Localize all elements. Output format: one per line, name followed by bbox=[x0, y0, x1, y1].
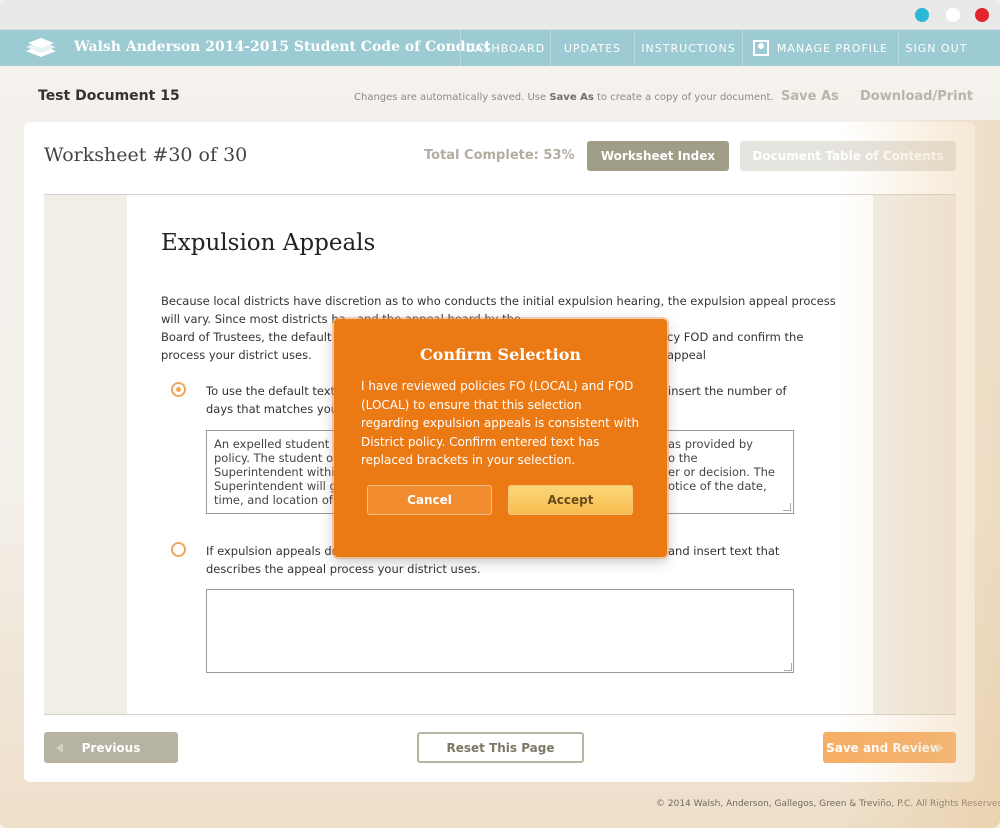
intro-line: Because local districts have discretion … bbox=[161, 294, 836, 308]
top-navbar: Walsh Anderson 2014-2015 Student Code of… bbox=[0, 30, 1000, 66]
cancel-button[interactable]: Cancel bbox=[367, 485, 492, 515]
option1-line-part: insert the number of bbox=[668, 384, 787, 398]
option2-radio[interactable] bbox=[171, 542, 186, 557]
autosave-note-bold: Save As bbox=[549, 92, 594, 103]
nav-manage-profile-label: MANAGE PROFILE bbox=[776, 41, 889, 55]
modal-title: Confirm Selection bbox=[419, 345, 582, 364]
app-window: Walsh Anderson 2014-2015 Student Code of… bbox=[0, 0, 1000, 828]
option2-line-part: and insert text that bbox=[668, 544, 780, 558]
option1-line-part: To use the default text bbox=[206, 384, 336, 398]
option1-radio[interactable] bbox=[171, 382, 186, 397]
copyright-footer: © 2014 Walsh, Anderson, Gallegos, Green … bbox=[656, 799, 1000, 809]
option2-textarea[interactable] bbox=[206, 589, 794, 673]
save-and-review-label: Save and Review bbox=[826, 740, 941, 755]
arrow-left-icon bbox=[56, 743, 63, 753]
total-complete: Total Complete: 53% bbox=[424, 148, 575, 163]
textarea-line-part: o the bbox=[668, 451, 698, 465]
option2-line-part: If expulsion appeals do bbox=[206, 544, 339, 558]
textarea-line-part: policy. The student o bbox=[214, 451, 334, 465]
textarea-line-part: Superintendent will g bbox=[214, 479, 337, 493]
confirm-selection-modal: Confirm Selection I have reviewed polici… bbox=[334, 319, 667, 557]
window-control-blue[interactable] bbox=[915, 8, 929, 22]
document-title: Test Document 15 bbox=[38, 88, 180, 104]
divider-bottom bbox=[44, 714, 956, 715]
autosave-note-post: to create a copy of your document. bbox=[593, 92, 774, 103]
nav-menu: DASHBOARD UPDATES INSTRUCTIONS MANAGE PR… bbox=[460, 30, 974, 66]
autosave-note-pre: Changes are automatically saved. Use bbox=[354, 92, 550, 103]
nav-sign-out[interactable]: SIGN OUT bbox=[898, 30, 974, 66]
autosave-note: Changes are automatically saved. Use Sav… bbox=[354, 92, 774, 103]
textarea-line-part: An expelled student r bbox=[214, 437, 338, 451]
nav-updates[interactable]: UPDATES bbox=[550, 30, 634, 66]
previous-button[interactable]: Previous bbox=[44, 732, 178, 763]
textarea-line-part: as provided by bbox=[668, 437, 753, 451]
intro-line-part: will vary. Since most districts ha bbox=[161, 312, 346, 326]
previous-label: Previous bbox=[81, 740, 141, 755]
nav-instructions-label: INSTRUCTIONS bbox=[641, 41, 736, 55]
resize-grip-icon[interactable] bbox=[784, 663, 792, 671]
textarea-line-part: er or decision. The bbox=[668, 465, 775, 479]
textarea-line-part: Superintendent withi bbox=[214, 465, 335, 479]
nav-sign-out-label: SIGN OUT bbox=[905, 41, 968, 55]
window-chrome bbox=[0, 0, 1000, 30]
window-control-close[interactable] bbox=[975, 8, 989, 22]
intro-line-part: cy FOD and confirm the appeal bbox=[667, 330, 804, 362]
download-print-link[interactable]: Download/Print bbox=[860, 89, 973, 104]
nav-instructions[interactable]: INSTRUCTIONS bbox=[634, 30, 742, 66]
arrow-right-icon bbox=[937, 743, 944, 753]
nav-dashboard-label: DASHBOARD bbox=[465, 41, 546, 55]
nav-dashboard[interactable]: DASHBOARD bbox=[460, 30, 550, 66]
nav-updates-label: UPDATES bbox=[563, 41, 622, 55]
textarea-line-part: otice of the date, bbox=[668, 479, 767, 493]
nav-manage-profile[interactable]: MANAGE PROFILE bbox=[742, 30, 898, 66]
save-as-link[interactable]: Save As bbox=[781, 89, 839, 104]
resize-grip-icon[interactable] bbox=[783, 503, 791, 511]
section-heading: Expulsion Appeals bbox=[161, 230, 376, 256]
reset-page-button[interactable]: Reset This Page bbox=[417, 732, 584, 763]
worksheet-title: Worksheet #30 of 30 bbox=[44, 144, 248, 166]
worksheet-index-button[interactable]: Worksheet Index bbox=[587, 141, 729, 171]
intro-line-part: Board of Trustees, the default bbox=[161, 330, 332, 344]
table-of-contents-button[interactable]: Document Table of Contents bbox=[740, 141, 956, 171]
window-control-white[interactable] bbox=[946, 8, 960, 22]
profile-icon bbox=[752, 40, 769, 56]
save-and-review-button[interactable]: Save and Review bbox=[823, 732, 956, 763]
books-logo-icon bbox=[24, 37, 58, 59]
app-title[interactable]: Walsh Anderson 2014-2015 Student Code of… bbox=[74, 39, 491, 55]
modal-body: I have reviewed policies FO (LOCAL) and … bbox=[361, 379, 640, 467]
accept-button[interactable]: Accept bbox=[508, 485, 633, 515]
option2-line: describes the appeal process your distri… bbox=[206, 562, 481, 576]
